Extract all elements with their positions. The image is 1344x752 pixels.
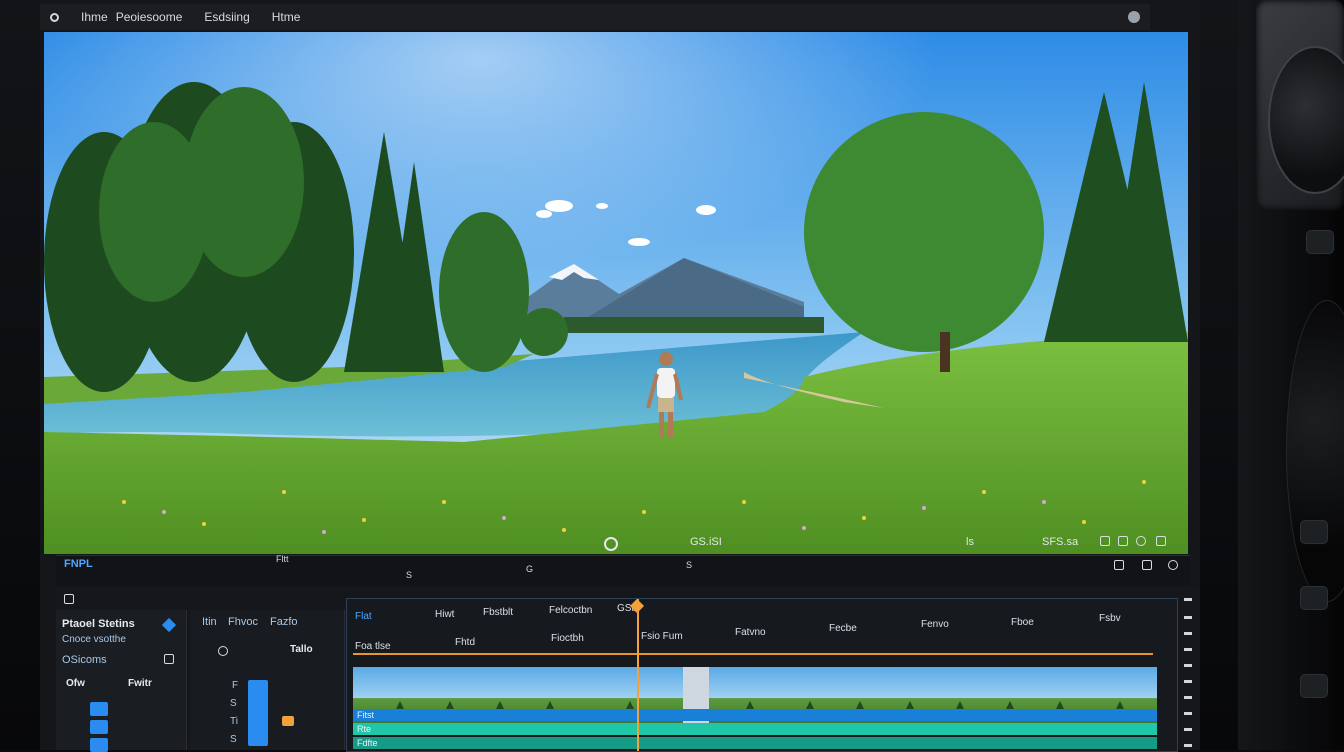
param-row: S — [230, 734, 237, 745]
menu-item[interactable]: Ihme — [81, 10, 108, 24]
viewer-controls: GS.iSI ls SFS.sa — [56, 530, 1186, 556]
share-icon[interactable] — [1156, 536, 1166, 546]
viewer-left-label: ls — [966, 536, 974, 548]
param-row: S — [230, 698, 237, 709]
zoom-in-icon[interactable] — [1142, 560, 1152, 570]
ruler-label: Felcoctbn — [549, 605, 593, 616]
ruler-label: Hiwt — [435, 609, 455, 620]
track-label: Fsbv — [1099, 613, 1121, 624]
param-row: Ti — [230, 716, 238, 727]
menu-item[interactable]: Esdsiing — [204, 10, 249, 24]
scrubber-bar[interactable]: FNPL Fltt S G S — [56, 554, 1190, 586]
ruler-label: Flat — [355, 611, 372, 622]
track-label: Foa tlse — [355, 641, 391, 652]
audio-level-line — [353, 653, 1153, 655]
menu-bar: Ihme Peoiesoome Esdsiing Htme — [40, 4, 1150, 30]
track-label: Fhtd — [455, 637, 476, 648]
scrub-marker: S — [406, 570, 413, 580]
panel-toggle-icon[interactable] — [161, 617, 177, 633]
track-toggle[interactable] — [90, 720, 108, 734]
param-row: F — [232, 680, 239, 691]
controller-button[interactable] — [1300, 674, 1328, 698]
scrubber-label: FNPL — [64, 558, 93, 570]
zoom-out-icon[interactable] — [1114, 560, 1124, 570]
window-control-icon[interactable] — [1128, 11, 1140, 23]
fullscreen-icon[interactable] — [1100, 536, 1110, 546]
controller-button[interactable] — [1300, 586, 1328, 610]
preview-frame — [44, 32, 1188, 554]
clip-label: Rte — [357, 724, 372, 734]
panel-menu-icon[interactable] — [64, 594, 74, 604]
timeline-ruler[interactable]: Flat Hiwt Fbstblt Felcoctbn GSa — [347, 599, 1177, 629]
row-label: Tallo — [290, 644, 313, 655]
panel-title: Ptaoel Stetins — [62, 618, 135, 630]
track-label: Fsio Fum — [641, 631, 683, 642]
loop-icon[interactable] — [1168, 560, 1178, 570]
viewer-right-label: SFS.sa — [1042, 536, 1079, 548]
settings-icon[interactable] — [1118, 536, 1128, 546]
properties-panel: Ptaoel Stetins Cnoce vsotthe OSicoms Ofw… — [56, 610, 187, 752]
chat-icon[interactable] — [164, 654, 174, 664]
clip-label: Fdfte — [357, 738, 378, 748]
panel-subtitle: Cnoce vsotthe — [62, 634, 126, 645]
export-icon[interactable] — [1136, 536, 1146, 546]
track-label: Fioctbh — [551, 633, 584, 644]
tab-fhvoc[interactable]: Fhvoc — [228, 616, 258, 628]
app-icon — [50, 12, 59, 22]
param-slider[interactable] — [248, 680, 268, 746]
video-preview[interactable] — [44, 32, 1188, 554]
panel-field[interactable]: OSicoms — [62, 654, 107, 666]
track-label: Fecbe — [829, 623, 857, 634]
timecode: GS.iSI — [690, 536, 722, 548]
playhead[interactable] — [637, 599, 639, 751]
viewer-indicator-icon[interactable] — [604, 537, 618, 551]
scrub-marker: S — [686, 560, 693, 570]
ruler-label: Fbstblt — [483, 607, 514, 618]
column-header: Ofw — [66, 678, 85, 689]
track-label: Fenvo — [921, 619, 949, 630]
track-toggle[interactable] — [90, 702, 108, 716]
menu-item[interactable]: Peoiesoome — [116, 10, 183, 24]
audio-clip[interactable]: Fitst — [353, 709, 1157, 721]
controller-button[interactable] — [1300, 520, 1328, 544]
column-header: Fwitr — [128, 678, 152, 689]
audio-clip[interactable]: Fdfte — [353, 737, 1157, 749]
clip-icon[interactable] — [218, 646, 228, 656]
scrub-marker: Fltt — [276, 554, 289, 564]
track-label: Fboe — [1011, 617, 1034, 628]
tab-itin[interactable]: Itin — [202, 616, 217, 628]
timeline-scrollbar[interactable] — [1180, 598, 1196, 750]
audio-clip[interactable]: Rte — [353, 723, 1157, 735]
clip-label: Fitst — [357, 710, 374, 720]
effects-panel: Itin Fhvoc Fazfo Tallo F S Ti S — [190, 610, 345, 750]
param-indicator[interactable] — [282, 716, 294, 726]
menu-item[interactable]: Htme — [272, 10, 301, 24]
controller-button[interactable] — [1306, 230, 1334, 254]
scrub-marker: G — [526, 564, 534, 574]
tab-fazfo[interactable]: Fazfo — [270, 616, 298, 628]
timeline[interactable]: Flat Hiwt Fbstblt Felcoctbn GSa Foa tlse… — [346, 598, 1178, 752]
track-label: Fatvno — [735, 627, 766, 638]
